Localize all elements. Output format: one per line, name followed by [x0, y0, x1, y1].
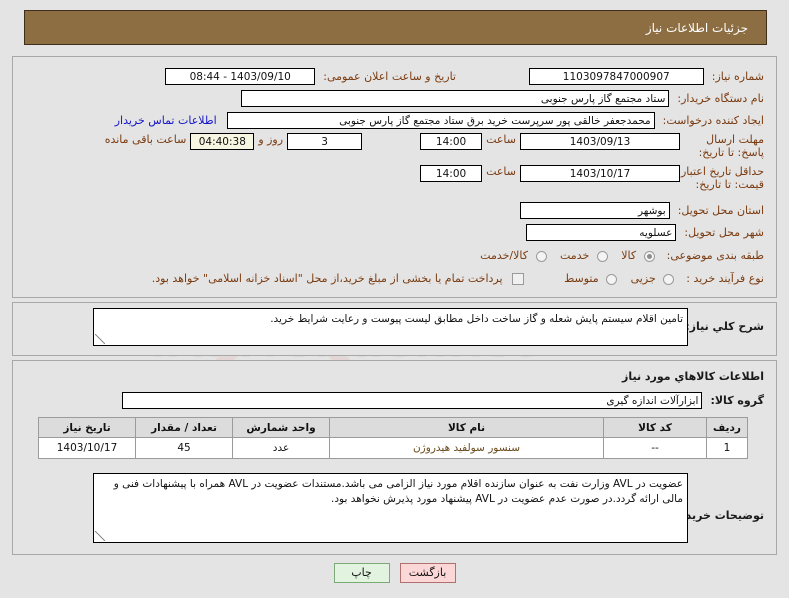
- deadline-date-field[interactable]: 1403/09/13: [520, 133, 680, 150]
- cell-unit: عدد: [232, 437, 330, 459]
- cell-need-date: 1403/10/17: [38, 437, 136, 459]
- summary-row: شرح کلي نياز:: [685, 317, 764, 336]
- process-type-row: نوع فرآیند خرید : جزیی متوسط پرداخت تمام…: [152, 269, 764, 288]
- price-validity-row: حداقل تاریخ اعتبار قیمت: تا تاریخ: 1403/…: [420, 165, 764, 195]
- general-info-panel: شماره نیاز: 1103097847000907 تاریخ و ساع…: [12, 56, 777, 298]
- cell-row: 1: [706, 437, 748, 459]
- goods-info-panel: اطلاعات کالاهاي مورد نياز گروه کالا: ابز…: [12, 360, 777, 555]
- city-row: شهر محل تحویل: عسلویه: [526, 223, 764, 242]
- need-number-field[interactable]: 1103097847000907: [528, 68, 704, 85]
- treasury-checkbox-label: پرداخت تمام یا بخشی از مبلغ خرید،از محل …: [151, 272, 503, 285]
- buyer-org-label: نام دستگاه خریدار:: [677, 92, 764, 105]
- days-unit-label: روز و: [258, 133, 284, 146]
- goods-table-header-row: ردیف کد کالا نام کالا واحد شمارش تعداد /…: [38, 417, 748, 438]
- col-row: ردیف: [706, 417, 748, 438]
- goods-heading-row: اطلاعات کالاهاي مورد نياز: [622, 367, 764, 386]
- summary-panel: شرح کلي نياز: تامین اقلام سیستم پایش شعل…: [12, 302, 777, 356]
- province-label: استان محل تحویل:: [677, 204, 764, 217]
- countdown-timer-field[interactable]: 04:40:38: [190, 133, 255, 150]
- creator-row: ایجاد کننده درخواست: محمدجعفر خالقی پور …: [115, 111, 764, 130]
- cell-qty: 45: [135, 437, 233, 459]
- goods-group-field[interactable]: ابزارآلات اندازه گیری: [122, 392, 703, 409]
- process-option-jozii-label: جزیی: [630, 272, 656, 285]
- province-row: استان محل تحویل: بوشهر: [519, 201, 764, 220]
- page-title: جزئیات اطلاعات نیاز: [645, 20, 748, 35]
- category-option-kala-label: کالا: [621, 249, 637, 262]
- announce-date-field[interactable]: 1403/09/10 - 08:44: [165, 68, 316, 85]
- deadline-hour-label: ساعت: [486, 133, 516, 146]
- need-number-row: شماره نیاز: 1103097847000907: [528, 67, 764, 86]
- page-title-bar: جزئیات اطلاعات نیاز: [24, 10, 767, 45]
- cell-code: --: [603, 437, 707, 459]
- deadline-hour-field[interactable]: 14:00: [420, 133, 483, 150]
- col-qty: تعداد / مقدار: [135, 417, 233, 438]
- buyer-org-row: نام دستگاه خریدار: ستاد مجتمع گاز پارس ج…: [241, 89, 764, 108]
- category-row: طبقه بندی موضوعی: کالا خدمت کالا/خدمت: [470, 246, 764, 265]
- category-radio-kala[interactable]: [643, 250, 655, 262]
- goods-group-label: گروه کالا:: [710, 394, 764, 407]
- table-row[interactable]: 1 -- سنسور سولفید هیدروژن عدد 45 1403/10…: [38, 437, 748, 459]
- days-left-field[interactable]: 3: [287, 133, 363, 150]
- buyer-notes-textarea[interactable]: عضویت در AVL وزارت نفت به عنوان سازنده ا…: [93, 473, 688, 543]
- category-option-khedmat-label: خدمت: [560, 249, 590, 262]
- process-option-motavaset-label: متوسط: [564, 272, 599, 285]
- goods-group-row: گروه کالا: ابزارآلات اندازه گیری: [122, 391, 764, 410]
- print-button[interactable]: چاپ: [333, 563, 390, 583]
- category-radio-khedmat[interactable]: [596, 250, 608, 262]
- deadline-label: مهلت ارسال پاسخ: تا تاریخ:: [698, 133, 764, 159]
- col-need-date: تاریخ نیاز: [38, 417, 136, 438]
- process-radio-jozii[interactable]: [663, 273, 675, 285]
- price-validity-date-field[interactable]: 1403/10/17: [520, 165, 680, 182]
- need-number-label: شماره نیاز:: [711, 70, 764, 83]
- back-button[interactable]: بازگشت: [399, 563, 456, 583]
- category-option-kala-khedmat-label: کالا/خدمت: [480, 249, 528, 262]
- province-field[interactable]: بوشهر: [519, 202, 670, 219]
- category-label: طبقه بندی موضوعی:: [666, 249, 764, 262]
- city-label: شهر محل تحویل:: [684, 226, 764, 239]
- process-radio-motavaset[interactable]: [606, 273, 618, 285]
- creator-field[interactable]: محمدجعفر خالقی پور سرپرست خرید برق ستاد …: [226, 112, 655, 129]
- process-type-label: نوع فرآیند خرید :: [686, 272, 764, 285]
- buyer-contact-link[interactable]: اطلاعات تماس خریدار: [115, 114, 217, 127]
- city-field[interactable]: عسلویه: [526, 224, 677, 241]
- timer-suffix-label: ساعت باقی مانده: [104, 133, 187, 146]
- price-validity-hour-field[interactable]: 14:00: [420, 165, 483, 182]
- treasury-checkbox[interactable]: [512, 273, 525, 285]
- buyer-org-field[interactable]: ستاد مجتمع گاز پارس جنوبی: [241, 90, 670, 107]
- deadline-row: مهلت ارسال پاسخ: تا تاریخ: 1403/09/13 سا…: [101, 133, 764, 163]
- price-validity-hour-label: ساعت: [486, 165, 516, 178]
- summary-textarea[interactable]: تامین اقلام سیستم پایش شعله و گاز ساخت د…: [93, 308, 688, 346]
- col-unit: واحد شمارش: [232, 417, 330, 438]
- cell-name: سنسور سولفید هیدروژن: [329, 437, 604, 459]
- announce-date-row: تاریخ و ساعت اعلان عمومی: 1403/09/10 - 0…: [165, 67, 456, 86]
- col-name: نام کالا: [329, 417, 604, 438]
- goods-table: ردیف کد کالا نام کالا واحد شمارش تعداد /…: [38, 417, 748, 459]
- category-radio-kala-khedmat[interactable]: [535, 250, 547, 262]
- announce-date-label: تاریخ و ساعت اعلان عمومی:: [323, 70, 456, 83]
- col-code: کد کالا: [603, 417, 707, 438]
- action-button-bar: بازگشت چاپ: [0, 563, 789, 583]
- summary-label: شرح کلي نياز:: [685, 320, 764, 333]
- creator-label: ایجاد کننده درخواست:: [662, 114, 764, 127]
- goods-section-heading: اطلاعات کالاهاي مورد نياز: [622, 370, 764, 383]
